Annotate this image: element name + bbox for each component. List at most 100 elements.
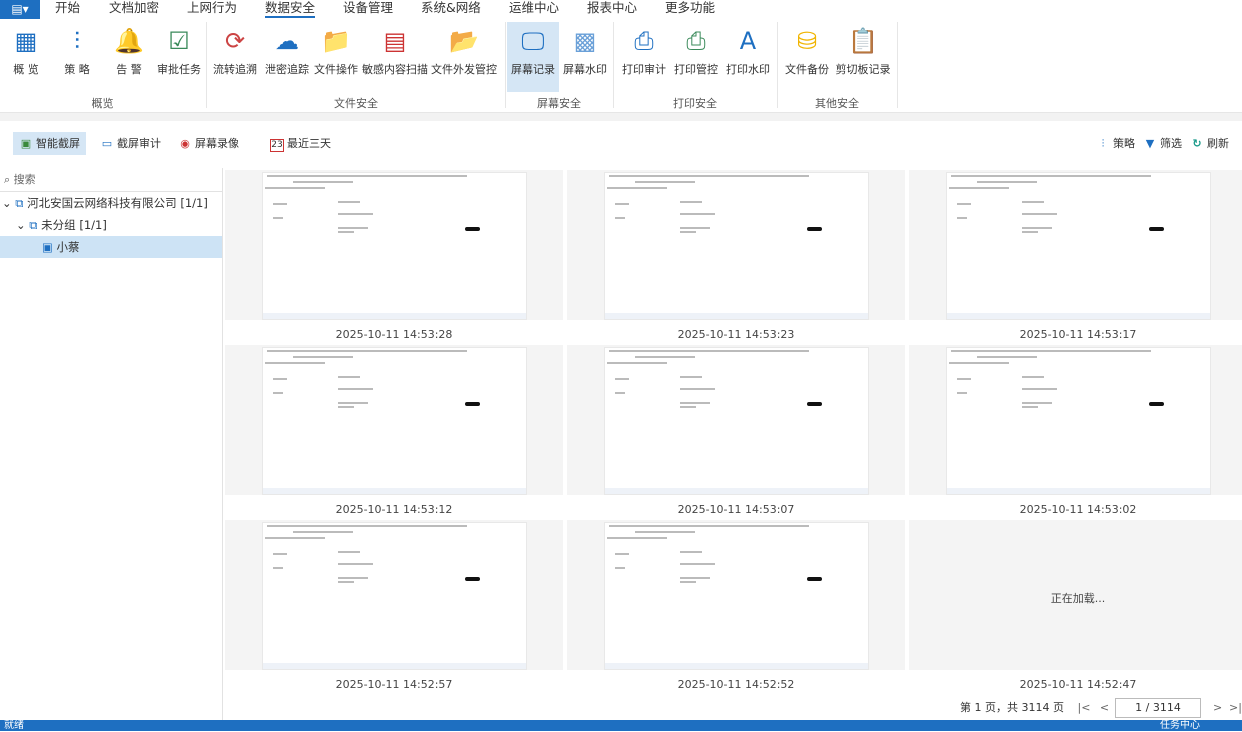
ribbon-button[interactable]: 🔔 告 警 [104,22,154,92]
screenshot-timestamp: 2025-10-11 14:52:47 [1019,678,1137,691]
toolbar: ▣ 智能截屏 ▭ 截屏审计 ◉ 屏幕录像 23 最近三天 ⫶ 策略 ▼ 筛选 ↻ 刷新 [0,130,1242,158]
ribbon-button[interactable]: ⛁ 文件备份 [781,22,833,92]
ribbon-button[interactable]: ☑ 审批任务 [155,22,203,92]
screenshot-item[interactable]: 2025-10-11 14:53:17 [909,170,1242,343]
ribbon: ▦ 概 览 ⫶ 策 略 🔔 告 警 ☑ 审批任务 ⟳ 流转追溯 ☁ 泄密追踪 📁 文件操作 ▤ 敏感内容扫描 📂… [0,19,1242,113]
bell-icon: 🔔 [114,27,144,55]
ribbon-button[interactable]: 📂 文件外发管控 [430,22,498,92]
screenshot-timestamp: 2025-10-11 14:53:23 [677,328,795,341]
printer-icon: ⎙ [634,27,654,55]
screenshot-image [946,347,1211,495]
ribbon-button-label: 打印水印 [726,63,770,76]
screenshot-item[interactable]: 2025-10-11 14:52:57 [225,520,563,693]
app-menu-icon[interactable]: ▤▾ [0,0,40,19]
refresh-button[interactable]: ↻ 刷新 [1184,132,1235,155]
ribbon-button[interactable]: ☁ 泄密追踪 [262,22,312,92]
menu-tab[interactable]: 更多功能 [665,0,715,16]
screenshot-image [604,172,869,320]
monitor-icon: ▭ [101,137,113,150]
screenshot-audit-button[interactable]: ▭ 截屏审计 [94,132,167,155]
screenshot-timestamp: 2025-10-11 14:53:02 [1019,503,1137,516]
tree-item-device[interactable]: ▣ 小蔡 [0,236,222,258]
loading-text: 正在加载... [1050,592,1106,605]
ribbon-group-label: 其他安全 [815,97,859,110]
prev-page-icon[interactable]: < [1100,701,1109,714]
policy-button[interactable]: ⫶ 策略 [1090,132,1141,155]
date-range-button[interactable]: 23 最近三天 [264,132,337,155]
clipboard-icon: 📋 [848,27,878,55]
ribbon-button[interactable]: 📋 剪切板记录 [834,22,892,92]
chevron-down-icon[interactable]: ⌄ [16,218,26,232]
screenshot-timestamp: 2025-10-11 14:52:57 [335,678,453,691]
screenshot-item[interactable]: 2025-10-11 14:52:52 [567,520,905,693]
ribbon-button[interactable]: A 打印水印 [723,22,773,92]
tree-item-company[interactable]: ⌄ ⧉ 河北安国云网络科技有限公司 [1/1] [0,192,222,214]
clipboard-check-icon: ☑ [168,27,190,55]
page-info: 第 1 页，共 3114 页 [960,701,1064,714]
screenshot-thumbnail[interactable] [225,520,563,670]
menu-tab[interactable]: 设备管理 [343,0,393,16]
screenshot-item[interactable]: 2025-10-11 14:53:28 [225,170,563,343]
ribbon-button[interactable]: ⫶ 策 略 [52,22,102,92]
screenshot-item[interactable]: 2025-10-11 14:53:12 [225,345,563,518]
screenshot-timestamp: 2025-10-11 14:53:12 [335,503,453,516]
first-page-icon[interactable]: |< [1077,701,1090,714]
screenshot-thumbnail[interactable] [567,170,905,320]
search-input[interactable]: ⌕ 搜索 [0,168,222,192]
tree-item-group[interactable]: ⌄ ⧉ 未分组 [1/1] [0,214,222,236]
status-text: 就绪 [4,720,24,731]
page-input[interactable]: 1 / 3114 [1115,698,1201,718]
screenshot-image [262,522,527,670]
ribbon-button[interactable]: ⟳ 流转追溯 [210,22,260,92]
screenshot-image [262,347,527,495]
print-watermark-icon: A [739,27,757,55]
ribbon-button[interactable]: 🖵 屏幕记录 [507,22,559,92]
divider [206,22,207,108]
screen-record-button[interactable]: ◉ 屏幕录像 [172,132,245,155]
ribbon-button[interactable]: ⎙ 打印审计 [619,22,669,92]
ribbon-button[interactable]: 📁 文件操作 [313,22,359,92]
grid-icon: ▦ [14,27,38,55]
scan-icon: ▤ [383,27,407,55]
ribbon-button[interactable]: ▩ 屏幕水印 [560,22,610,92]
record-icon: ◉ [180,137,190,150]
screenshot-thumbnail[interactable]: 正在加载... [909,520,1242,670]
menu-tab[interactable]: 数据安全 [265,0,316,18]
ribbon-group-label: 屏幕安全 [537,97,581,110]
screenshot-item[interactable]: 2025-10-11 14:53:02 [909,345,1242,518]
screenshot-thumbnail[interactable] [909,170,1242,320]
menu-tab[interactable]: 文档加密 [109,0,159,16]
pagination: 第 1 页，共 3114 页 |< < [960,698,1109,718]
divider [0,113,1242,121]
menu-tab[interactable]: 运维中心 [509,0,559,16]
filter-button[interactable]: ▼ 筛选 [1137,132,1188,155]
screenshot-thumbnail[interactable] [909,345,1242,495]
screenshot-thumbnail[interactable] [567,345,905,495]
ribbon-button-label: 敏感内容扫描 [362,63,428,76]
ribbon-button[interactable]: ▤ 敏感内容扫描 [360,22,430,92]
screenshot-item[interactable]: 2025-10-11 14:53:07 [567,345,905,518]
menu-tab[interactable]: 系统&网络 [421,0,481,16]
folder-icon: 📁 [321,27,351,55]
menu-tab[interactable]: 开始 [55,0,80,16]
screenshot-thumbnail[interactable] [567,520,905,670]
smart-screenshot-button[interactable]: ▣ 智能截屏 [13,132,86,155]
menu-tab[interactable]: 报表中心 [587,0,637,16]
task-center-button[interactable]: 任务中心 [1160,720,1200,732]
menu-tab[interactable]: 上网行为 [187,0,237,16]
calendar-icon: 23 [270,139,284,152]
screenshot-thumbnail[interactable] [225,345,563,495]
last-page-icon[interactable]: >| [1229,698,1242,718]
screenshot-item[interactable]: 2025-10-11 14:53:23 [567,170,905,343]
folder-send-icon: 📂 [449,27,479,55]
ribbon-button[interactable]: ⎙ 打印管控 [671,22,721,92]
next-page-icon[interactable]: > [1213,698,1222,718]
chevron-down-icon[interactable]: ⌄ [2,196,12,210]
screenshot-thumbnail[interactable] [225,170,563,320]
ribbon-button[interactable]: ▦ 概 览 [2,22,50,92]
screenshot-item[interactable]: 正在加载... 2025-10-11 14:52:47 [909,520,1242,693]
device-tree-panel: ⌕ 搜索 ⌄ ⧉ 河北安国云网络科技有限公司 [1/1] ⌄ ⧉ 未分组 [1/… [0,168,223,720]
ribbon-button-label: 打印审计 [622,63,666,76]
cloud-upload-icon: ☁ [275,27,299,55]
computer-icon: ▣ [42,240,53,254]
